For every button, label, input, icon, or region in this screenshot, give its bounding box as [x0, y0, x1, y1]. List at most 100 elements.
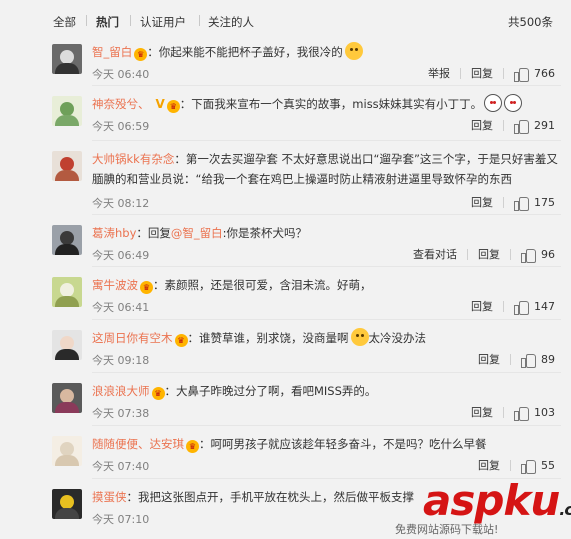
like-count[interactable]: 175 — [534, 196, 555, 209]
tab-verified-users[interactable]: 认证用户 — [140, 14, 186, 30]
comment-actions: 举报 回复 766 — [428, 65, 555, 82]
comment-time: 今天 07:40 — [92, 460, 150, 473]
avatar[interactable] — [52, 96, 82, 126]
comment-time: 今天 06:40 — [92, 68, 150, 81]
vip-badge-icon[interactable]: ♛ — [186, 440, 199, 453]
comment-body: ：下面我来宣布一个真实的故事，miss妹妹其实有小丁丁。 — [179, 97, 483, 111]
comment-item: 葛涛hby：回复@智_留白:你是茶杯犬吗？ 今天 06:49 查看对话 回复 96 — [46, 217, 561, 267]
comment-username[interactable]: 大帅锅kk有杂念 — [92, 152, 174, 166]
divider — [92, 85, 561, 86]
comment-username[interactable]: 摸蛋侠 — [92, 490, 127, 504]
report-button[interactable]: 举报 — [428, 65, 450, 81]
cat-emoji-icon — [350, 328, 369, 346]
thumbs-up-icon[interactable] — [514, 300, 529, 315]
vip-badge-icon[interactable]: ♛ — [166, 100, 180, 113]
comment-item: 大帅锅kk有杂念：第一次去买遛孕套 不太好意思说出口“遛孕套”这三个字，于是只好… — [46, 143, 561, 215]
divider — [92, 266, 561, 267]
view-conversation-button[interactable]: 查看对话 — [413, 246, 457, 262]
vip-badge-icon[interactable]: ♛ — [151, 387, 165, 400]
thumbs-up-icon[interactable] — [521, 248, 536, 263]
tab-hot[interactable]: 热门 — [96, 14, 119, 30]
avatar[interactable] — [52, 383, 82, 413]
reply-button[interactable]: 回复 — [471, 65, 493, 81]
watermark-subtitle: 免费网站源码下载站! — [395, 523, 499, 536]
comment-body: ：谁赞草谁，别求饶，没商量啊 — [187, 331, 349, 345]
reply-button[interactable]: 回复 — [471, 298, 493, 314]
divider — [92, 425, 561, 426]
tab-separator — [130, 15, 131, 26]
reply-button[interactable]: 回复 — [471, 117, 493, 133]
comment-time: 今天 07:10 — [92, 513, 150, 526]
avatar[interactable] — [52, 436, 82, 466]
reply-button[interactable]: 回复 — [471, 404, 493, 420]
comment-username[interactable]: 寓牛波波 — [92, 278, 138, 292]
comment-username[interactable]: 神奈殁兮、 — [92, 97, 150, 111]
like-count[interactable]: 147 — [534, 300, 555, 313]
avatar[interactable] — [52, 277, 82, 307]
avatar[interactable] — [52, 489, 82, 519]
comment-item: 智_留白 ♛ ：你起来能不能把杯子盖好，我很冷的 今天 06:40 举报 回复 766 — [46, 36, 561, 86]
comment-body: ：大鼻子昨晚过分了啊，看吧MISS弄的。 — [164, 384, 377, 398]
face-emoji-icon — [504, 94, 523, 112]
like-count[interactable]: 766 — [534, 67, 555, 80]
comment-actions: 回复 291 — [471, 117, 555, 134]
thumbs-up-icon[interactable] — [514, 406, 529, 421]
comment-time: 今天 07:38 — [92, 407, 150, 420]
vip-badge-icon[interactable]: ♛ — [174, 334, 188, 347]
thumbs-up-icon[interactable] — [514, 67, 529, 82]
comment-username[interactable]: 这周日你有空木 — [92, 331, 173, 345]
reply-button[interactable]: 回复 — [471, 194, 493, 210]
comment-text: 这周日你有空木 ♛ ：谁赞草谁，别求饶，没商量啊 太冷没办法 — [92, 328, 558, 348]
tab-all[interactable]: 全部 — [53, 14, 76, 30]
comment-username[interactable]: 浪浪浪大师 — [92, 384, 150, 398]
comment-text: 浪浪浪大师 ♛ ：大鼻子昨晚过分了啊，看吧MISS弄的。 — [92, 381, 558, 401]
comment-item: 寓牛波波 ♛ ：素颜照，还是很可爱，含泪未流。好萌， 今天 06:41 回复 147 — [46, 269, 561, 319]
comment-text: 葛涛hby：回复@智_留白:你是茶杯犬吗？ — [92, 223, 558, 243]
face-emoji-icon — [484, 94, 503, 112]
like-count[interactable]: 89 — [541, 353, 555, 366]
comment-text: 寓牛波波 ♛ ：素颜照，还是很可爱，含泪未流。好萌， — [92, 275, 558, 295]
comment-actions: 回复 147 — [471, 298, 555, 315]
comment-text: 神奈殁兮、 V ♛ ：下面我来宣布一个真实的故事，miss妹妹其实有小丁丁。 — [92, 94, 558, 114]
comment-username[interactable]: 随随便便、达安琪 — [92, 437, 184, 451]
avatar[interactable] — [52, 151, 82, 181]
comment-actions: 回复 89 — [478, 351, 555, 368]
reply-button[interactable]: 回复 — [478, 246, 500, 262]
thumbs-up-icon[interactable] — [514, 119, 529, 134]
tab-separator — [86, 15, 87, 26]
thumbs-up-icon[interactable] — [521, 353, 536, 368]
thumbs-up-icon[interactable] — [514, 196, 529, 211]
comment-body-suffix: 太冷没办法 — [368, 331, 427, 345]
comment-username[interactable]: 葛涛hby — [92, 226, 136, 240]
comment-text: 大帅锅kk有杂念：第一次去买遛孕套 不太好意思说出口“遛孕套”这三个字，于是只好… — [92, 149, 558, 189]
mention-link[interactable]: @智_留白 — [171, 226, 223, 240]
comment-text: 智_留白 ♛ ：你起来能不能把杯子盖好，我很冷的 — [92, 42, 558, 62]
avatar[interactable] — [52, 44, 82, 74]
comment-body: ：我把这张图点开，手机平放在枕头上，然后做平板支撑 — [126, 490, 415, 504]
comment-actions: 回复 103 — [471, 404, 555, 421]
tab-following[interactable]: 关注的人 — [208, 14, 254, 30]
like-count[interactable]: 96 — [541, 248, 555, 261]
comment-total-count: 共500条 — [508, 15, 553, 29]
comment-actions: 回复 55 — [478, 457, 555, 474]
comment-time: 今天 06:49 — [92, 249, 150, 262]
like-count[interactable]: 103 — [534, 406, 555, 419]
reply-button[interactable]: 回复 — [478, 457, 500, 473]
comment-item: 神奈殁兮、 V ♛ ：下面我来宣布一个真实的故事，miss妹妹其实有小丁丁。 今天 0… — [46, 88, 561, 138]
avatar[interactable] — [52, 225, 82, 255]
comment-actions: 回复 175 — [471, 194, 555, 211]
avatar[interactable] — [52, 330, 82, 360]
like-count[interactable]: 291 — [534, 119, 555, 132]
divider — [92, 140, 561, 141]
comment-username[interactable]: 智_留白 — [92, 45, 132, 59]
vip-badge-icon[interactable]: ♛ — [140, 281, 153, 294]
vip-badge-icon[interactable]: ♛ — [134, 48, 148, 61]
reply-button[interactable]: 回复 — [478, 351, 500, 367]
comment-item: 随随便便、达安琪 ♛ ：呵呵男孩子就应该趁年轻多奋斗，不是吗？吃什么早餐 今天 07… — [46, 428, 561, 478]
thumbs-up-icon[interactable] — [521, 459, 536, 474]
comment-body: ：素颜照，还是很可爱，含泪未流。好萌， — [153, 278, 372, 292]
like-count[interactable]: 55 — [541, 459, 555, 472]
doge-emoji-icon — [344, 42, 363, 60]
watermark-logo: aspku.com 免费网站源码下载站! — [395, 476, 571, 539]
verified-v-icon[interactable]: V — [156, 94, 165, 114]
